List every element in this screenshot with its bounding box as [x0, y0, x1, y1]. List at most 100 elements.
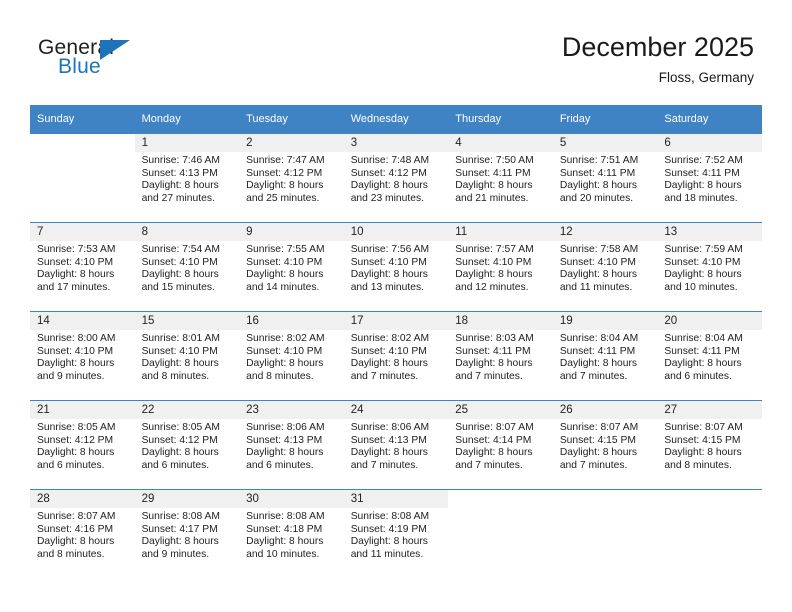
calendar-day-cell[interactable]: 24 Sunrise: 8:06 AM Sunset: 4:13 PM Dayligh…	[343, 400, 449, 489]
calendar-day-cell[interactable]: 27 Sunrise: 8:07 AM Sunset: 4:15 PM Dayligh…	[657, 400, 762, 489]
calendar-empty-cell	[448, 489, 553, 578]
day-number: 5	[552, 134, 658, 152]
day-sun-info: Sunrise: 8:07 AM Sunset: 4:15 PM Daylight:…	[553, 419, 658, 472]
day-cell-inner: 4 Sunrise: 7:50 AM Sunset: 4:11 PM Daylight…	[448, 133, 553, 222]
calendar-day-cell[interactable]: 17 Sunrise: 8:02 AM Sunset: 4:10 PM Dayligh…	[343, 311, 449, 400]
daylight-text-line1: Daylight: 8 hours	[559, 358, 638, 370]
sunset-text: Sunset: 4:10 PM	[350, 345, 427, 357]
daylight-text-line1: Daylight: 8 hours	[141, 536, 219, 548]
calendar-body: 1 Sunrise: 7:46 AM Sunset: 4:13 PM Daylight…	[30, 133, 762, 578]
calendar-day-cell[interactable]: 10 Sunrise: 7:56 AM Sunset: 4:10 PM Dayligh…	[343, 222, 449, 311]
calendar-day-cell[interactable]: 6 Sunrise: 7:52 AM Sunset: 4:11 PM Daylight…	[657, 133, 762, 222]
daylight-text-line1: Daylight: 8 hours	[455, 447, 533, 459]
calendar-day-cell[interactable]: 30 Sunrise: 8:08 AM Sunset: 4:18 PM Dayligh…	[239, 489, 344, 578]
calendar-day-cell[interactable]: 11 Sunrise: 7:57 AM Sunset: 4:10 PM Dayligh…	[448, 222, 553, 311]
day-cell-inner: 20 Sunrise: 8:04 AM Sunset: 4:11 PM Dayligh…	[657, 311, 762, 400]
daylight-text-line2: and 11 minutes.	[350, 548, 424, 560]
calendar-day-cell[interactable]: 21 Sunrise: 8:05 AM Sunset: 4:12 PM Dayligh…	[30, 400, 135, 489]
day-cell-inner	[448, 489, 553, 578]
sunrise-text: Sunrise: 8:08 AM	[350, 511, 430, 522]
day-sun-info: Sunrise: 8:08 AM Sunset: 4:17 PM Daylight:…	[135, 508, 240, 561]
day-number: 31	[343, 490, 449, 508]
daylight-text-line1: Daylight: 8 hours	[141, 180, 219, 192]
sunrise-text: Sunrise: 7:56 AM	[350, 244, 430, 255]
calendar-day-cell[interactable]: 8 Sunrise: 7:54 AM Sunset: 4:10 PM Daylight…	[134, 222, 240, 311]
calendar-grid: Sunday Monday Tuesday Wednesday Thursday…	[30, 105, 762, 578]
weekday-header-friday: Friday	[552, 105, 658, 133]
calendar-day-cell[interactable]: 19 Sunrise: 8:04 AM Sunset: 4:11 PM Dayligh…	[552, 311, 658, 400]
sunset-text: Sunset: 4:17 PM	[141, 523, 218, 535]
day-number: 2	[239, 134, 344, 152]
calendar-week-row: 28 Sunrise: 8:07 AM Sunset: 4:16 PM Dayligh…	[30, 489, 762, 578]
calendar-day-cell[interactable]: 29 Sunrise: 8:08 AM Sunset: 4:17 PM Dayligh…	[134, 489, 240, 578]
calendar-day-cell[interactable]: 22 Sunrise: 8:05 AM Sunset: 4:12 PM Dayligh…	[134, 400, 240, 489]
sunrise-text: Sunrise: 7:53 AM	[37, 244, 116, 255]
calendar-day-cell[interactable]: 31 Sunrise: 8:08 AM Sunset: 4:19 PM Dayligh…	[343, 489, 449, 578]
daylight-text-line2: and 12 minutes.	[455, 281, 529, 293]
day-sun-info: Sunrise: 8:01 AM Sunset: 4:10 PM Daylight:…	[135, 330, 240, 383]
daylight-text-line1: Daylight: 8 hours	[664, 447, 742, 459]
day-cell-inner: 10 Sunrise: 7:56 AM Sunset: 4:10 PM Dayligh…	[343, 222, 449, 311]
calendar-day-cell[interactable]: 9 Sunrise: 7:55 AM Sunset: 4:10 PM Daylight…	[239, 222, 344, 311]
calendar-day-cell[interactable]: 15 Sunrise: 8:01 AM Sunset: 4:10 PM Dayligh…	[134, 311, 240, 400]
day-number: 22	[134, 401, 240, 419]
weekday-header-sunday: Sunday	[30, 105, 135, 133]
sunrise-text: Sunrise: 8:08 AM	[246, 511, 325, 522]
sunrise-text: Sunrise: 7:47 AM	[246, 155, 325, 166]
daylight-text-line2: and 7 minutes.	[455, 459, 523, 471]
day-sun-info: Sunrise: 7:48 AM Sunset: 4:12 PM Daylight:…	[344, 152, 449, 205]
daylight-text-line2: and 11 minutes.	[559, 281, 633, 293]
day-number: 12	[552, 223, 658, 241]
calendar-day-cell[interactable]: 7 Sunrise: 7:53 AM Sunset: 4:10 PM Daylight…	[30, 222, 135, 311]
day-number: 19	[552, 312, 658, 330]
daylight-text-line2: and 6 minutes.	[246, 459, 314, 471]
calendar-day-cell[interactable]: 23 Sunrise: 8:06 AM Sunset: 4:13 PM Dayligh…	[239, 400, 344, 489]
sunset-text: Sunset: 4:11 PM	[455, 167, 531, 179]
daylight-text-line2: and 20 minutes.	[559, 192, 634, 204]
calendar-day-cell[interactable]: 25 Sunrise: 8:07 AM Sunset: 4:14 PM Dayligh…	[448, 400, 553, 489]
sunset-text: Sunset: 4:13 PM	[246, 434, 323, 446]
daylight-text-line1: Daylight: 8 hours	[37, 447, 115, 459]
calendar-day-cell[interactable]: 3 Sunrise: 7:48 AM Sunset: 4:12 PM Daylight…	[343, 133, 449, 222]
sunrise-text: Sunrise: 8:04 AM	[664, 333, 743, 344]
calendar-day-cell[interactable]: 20 Sunrise: 8:04 AM Sunset: 4:11 PM Dayligh…	[657, 311, 762, 400]
calendar-day-cell[interactable]: 5 Sunrise: 7:51 AM Sunset: 4:11 PM Daylight…	[552, 133, 658, 222]
sunset-text: Sunset: 4:16 PM	[37, 523, 114, 535]
sunrise-text: Sunrise: 8:06 AM	[246, 422, 325, 433]
calendar-day-cell[interactable]: 26 Sunrise: 8:07 AM Sunset: 4:15 PM Dayligh…	[552, 400, 658, 489]
day-sun-info: Sunrise: 8:06 AM Sunset: 4:13 PM Daylight:…	[239, 419, 344, 472]
daylight-text-line2: and 8 minutes.	[141, 370, 210, 382]
day-number: 15	[134, 312, 240, 330]
daylight-text-line1: Daylight: 8 hours	[246, 269, 324, 281]
sunset-text: Sunset: 4:10 PM	[664, 256, 741, 268]
calendar-day-cell[interactable]: 28 Sunrise: 8:07 AM Sunset: 4:16 PM Dayligh…	[30, 489, 135, 578]
day-cell-inner: 25 Sunrise: 8:07 AM Sunset: 4:14 PM Dayligh…	[448, 400, 553, 489]
calendar-day-cell[interactable]: 16 Sunrise: 8:02 AM Sunset: 4:10 PM Dayligh…	[239, 311, 344, 400]
calendar-day-cell[interactable]: 1 Sunrise: 7:46 AM Sunset: 4:13 PM Daylight…	[134, 133, 240, 222]
calendar-day-cell[interactable]: 2 Sunrise: 7:47 AM Sunset: 4:12 PM Daylight…	[239, 133, 344, 222]
daylight-text-line1: Daylight: 8 hours	[141, 447, 219, 459]
sunrise-text: Sunrise: 7:54 AM	[141, 244, 220, 255]
day-number: 26	[552, 401, 658, 419]
sunset-text: Sunset: 4:18 PM	[246, 523, 323, 535]
daylight-text-line2: and 17 minutes.	[37, 281, 111, 293]
calendar-day-cell[interactable]: 14 Sunrise: 8:00 AM Sunset: 4:10 PM Dayligh…	[30, 311, 135, 400]
sunrise-text: Sunrise: 7:58 AM	[559, 244, 639, 255]
calendar-day-cell[interactable]: 12 Sunrise: 7:58 AM Sunset: 4:10 PM Dayligh…	[552, 222, 658, 311]
daylight-text-line1: Daylight: 8 hours	[246, 447, 324, 459]
calendar-header-row: Sunday Monday Tuesday Wednesday Thursday…	[30, 105, 762, 133]
day-cell-inner: 15 Sunrise: 8:01 AM Sunset: 4:10 PM Dayligh…	[134, 311, 240, 400]
calendar-day-cell[interactable]: 13 Sunrise: 7:59 AM Sunset: 4:10 PM Dayligh…	[657, 222, 762, 311]
day-cell-inner: 18 Sunrise: 8:03 AM Sunset: 4:11 PM Dayligh…	[448, 311, 553, 400]
general-blue-logo[interactable]: General Blue	[38, 36, 238, 86]
day-cell-inner: 5 Sunrise: 7:51 AM Sunset: 4:11 PM Daylight…	[552, 133, 658, 222]
day-number: 6	[657, 134, 762, 152]
day-number: 28	[30, 490, 135, 508]
calendar-day-cell[interactable]: 4 Sunrise: 7:50 AM Sunset: 4:11 PM Daylight…	[448, 133, 553, 222]
daylight-text-line1: Daylight: 8 hours	[246, 536, 324, 548]
day-cell-inner: 2 Sunrise: 7:47 AM Sunset: 4:12 PM Daylight…	[239, 133, 344, 222]
day-number: 16	[239, 312, 344, 330]
day-number: 27	[657, 401, 762, 419]
day-sun-info: Sunrise: 7:58 AM Sunset: 4:10 PM Daylight:…	[553, 241, 658, 294]
calendar-day-cell[interactable]: 18 Sunrise: 8:03 AM Sunset: 4:11 PM Dayligh…	[448, 311, 553, 400]
